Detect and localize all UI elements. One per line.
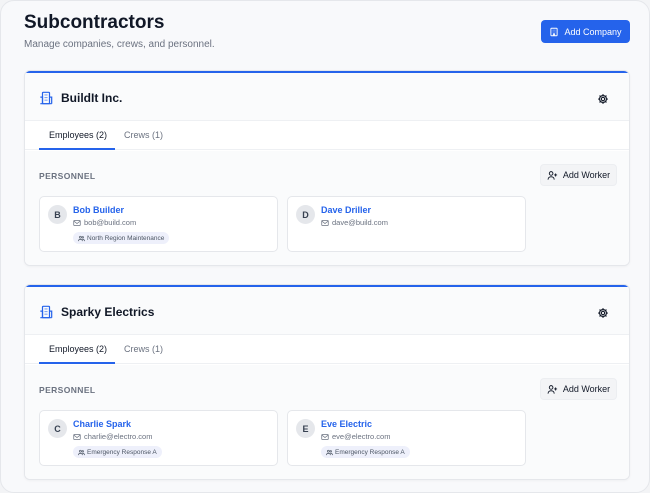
company-name: Sparky Electrics <box>61 305 155 319</box>
mail-icon <box>321 433 329 441</box>
crew-icon <box>326 449 333 456</box>
mail-icon <box>73 433 81 441</box>
section-label: PERSONNEL <box>39 171 96 181</box>
add-worker-label: Add Worker <box>562 170 611 180</box>
worker-card[interactable]: C Charlie Spark charlie@electro.com Emer… <box>39 410 278 466</box>
worker-card[interactable]: D Dave Driller dave@build.com <box>287 196 526 252</box>
crew-badge-text: Emergency Response A <box>87 448 157 456</box>
page-title: Subcontractors <box>24 12 165 33</box>
worker-email: bob@build.com <box>73 218 136 227</box>
gear-icon[interactable] <box>597 307 609 319</box>
crew-icon <box>78 449 85 456</box>
tab-crews[interactable]: Crews (1) <box>124 344 163 354</box>
worker-email: eve@electro.com <box>321 432 390 441</box>
add-worker-button[interactable]: Add Worker <box>540 164 617 186</box>
user-plus-icon <box>547 384 558 395</box>
worker-name[interactable]: Bob Builder <box>73 205 124 215</box>
worker-name[interactable]: Eve Electric <box>321 419 372 429</box>
crew-badge-text: Emergency Response A <box>335 448 405 456</box>
worker-email: charlie@electro.com <box>73 432 152 441</box>
worker-name[interactable]: Dave Driller <box>321 205 371 215</box>
worker-email-text: bob@build.com <box>84 218 137 227</box>
add-worker-button[interactable]: Add Worker <box>540 378 617 400</box>
gear-icon[interactable] <box>597 93 609 105</box>
crew-badge: Emergency Response A <box>321 446 410 458</box>
add-company-button[interactable]: Add Company <box>541 20 630 43</box>
crew-badge-text: North Region Maintenance <box>87 234 165 242</box>
avatar: D <box>296 205 315 224</box>
active-tab-indicator <box>39 148 115 150</box>
worker-card[interactable]: B Bob Builder bob@build.com North Region… <box>39 196 278 252</box>
tab-employees[interactable]: Employees (2) <box>49 130 107 140</box>
crew-badge: North Region Maintenance <box>73 232 170 244</box>
tab-employees[interactable]: Employees (2) <box>49 344 107 354</box>
company-card: BuildIt Inc. Employees (2) Crews (1) PER… <box>24 70 630 266</box>
worker-card[interactable]: E Eve Electric eve@electro.com Emergency… <box>287 410 526 466</box>
page-subtitle: Manage companies, crews, and personnel. <box>24 39 215 50</box>
personnel-section: PERSONNEL Add Worker B Bob Builder bob@b… <box>25 151 629 265</box>
worker-name[interactable]: Charlie Spark <box>73 419 131 429</box>
building-icon <box>39 91 53 105</box>
add-worker-label: Add Worker <box>562 384 611 394</box>
worker-email: dave@build.com <box>321 218 388 227</box>
section-label: PERSONNEL <box>39 385 96 395</box>
company-tabs: Employees (2) Crews (1) <box>25 121 629 150</box>
worker-email-text: charlie@electro.com <box>84 432 153 441</box>
mail-icon <box>73 219 81 227</box>
crew-icon <box>78 235 85 242</box>
avatar: C <box>48 419 67 438</box>
app-frame: Subcontractors Manage companies, crews, … <box>0 0 650 493</box>
company-name: BuildIt Inc. <box>61 91 123 105</box>
building-icon <box>549 27 559 37</box>
company-card: Sparky Electrics Employees (2) Crews (1)… <box>24 284 630 480</box>
avatar: E <box>296 419 315 438</box>
crew-badge: Emergency Response A <box>73 446 162 458</box>
add-company-label: Add Company <box>564 26 622 37</box>
building-icon <box>39 305 53 319</box>
mail-icon <box>321 219 329 227</box>
tab-crews[interactable]: Crews (1) <box>124 130 163 140</box>
company-tabs: Employees (2) Crews (1) <box>25 335 629 364</box>
worker-email-text: eve@electro.com <box>332 432 391 441</box>
company-header: Sparky Electrics <box>25 287 629 335</box>
avatar: B <box>48 205 67 224</box>
personnel-section: PERSONNEL Add Worker C Charlie Spark cha… <box>25 365 629 479</box>
active-tab-indicator <box>39 362 115 364</box>
worker-email-text: dave@build.com <box>332 218 388 227</box>
company-header: BuildIt Inc. <box>25 73 629 121</box>
user-plus-icon <box>547 170 558 181</box>
